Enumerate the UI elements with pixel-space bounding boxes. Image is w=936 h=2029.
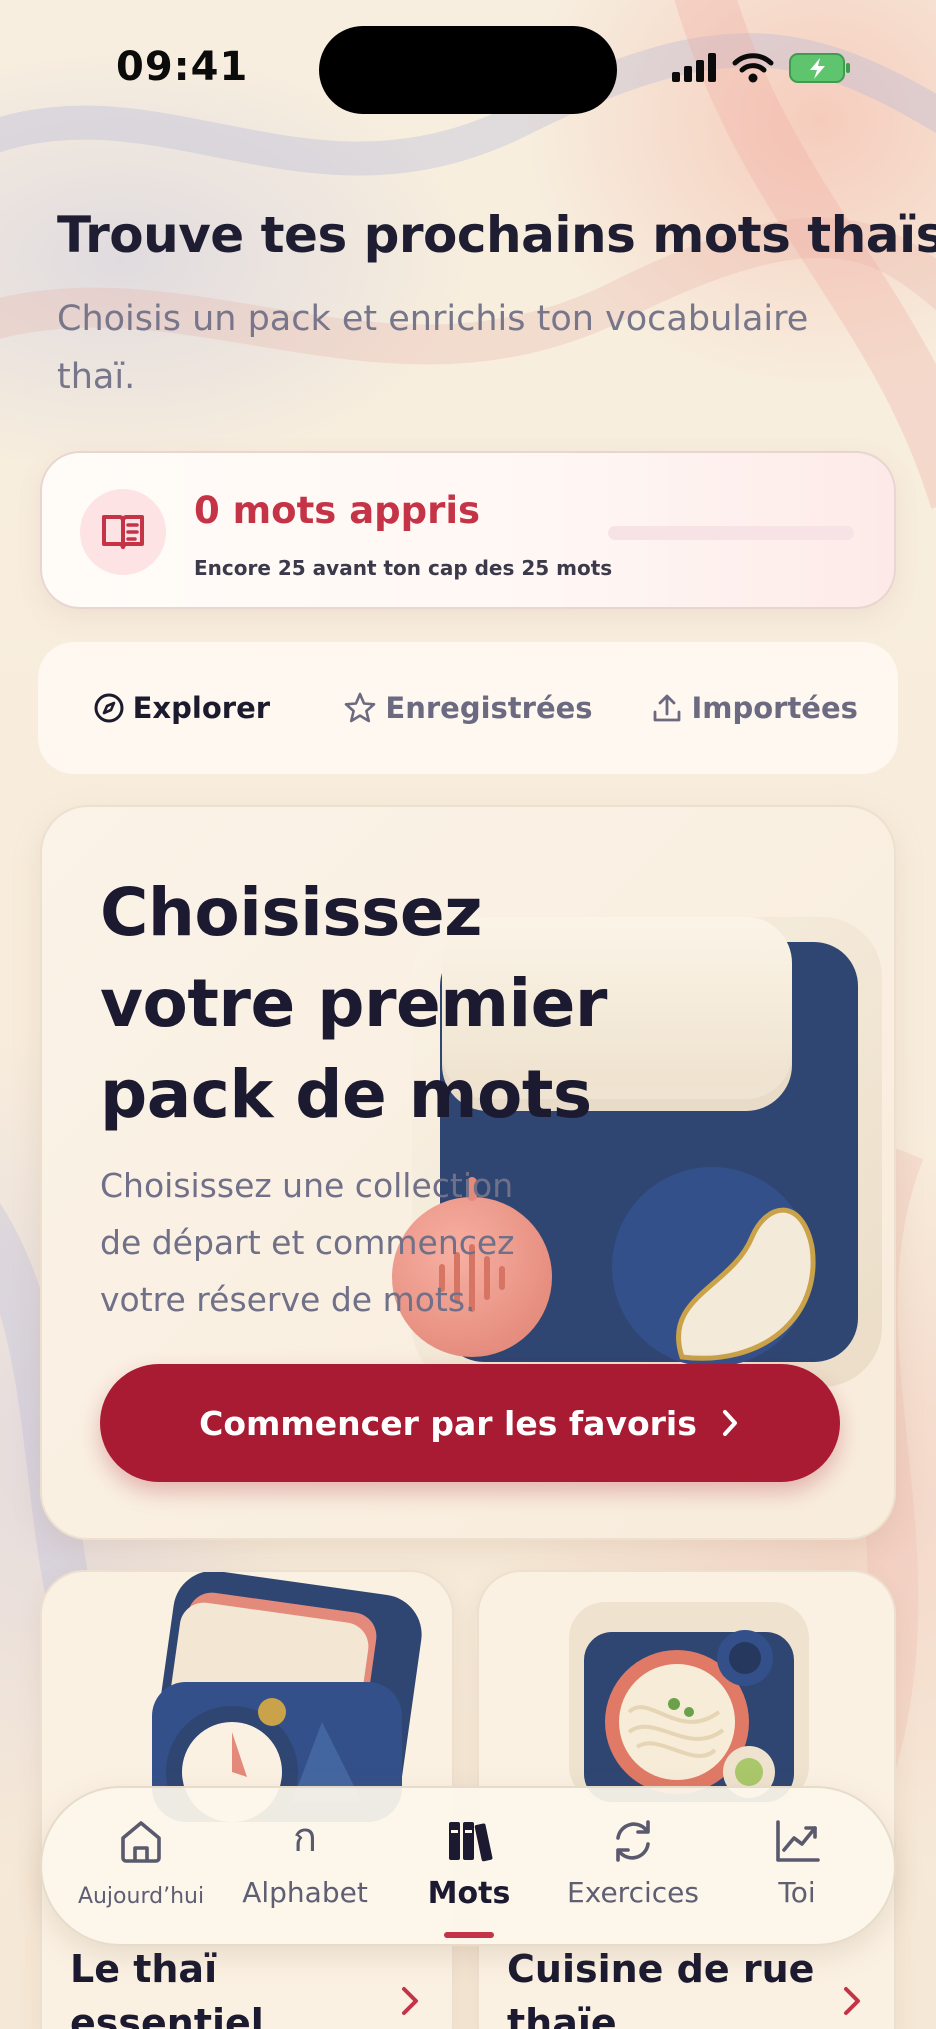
nav-label: Mots <box>427 1876 511 1911</box>
chart-icon <box>776 1820 820 1862</box>
page-title: Trouve tes prochains mots thaïs <box>57 206 936 264</box>
compass-icon <box>94 693 124 723</box>
tab-saved[interactable]: Enregistrées <box>325 691 612 725</box>
hero-card: Choisissez votre premier pack de mots Ch… <box>40 805 896 1540</box>
tab-explorer-label: Explorer <box>132 691 271 725</box>
hero-description: Choisissez une collection de départ et c… <box>100 1166 515 1319</box>
start-with-favorites-button[interactable]: Commencer par les favoris <box>100 1364 840 1482</box>
dynamic-island <box>319 26 617 114</box>
active-nav-indicator <box>444 1932 494 1938</box>
chevron-right-icon <box>844 1987 860 2015</box>
nav-item-today[interactable]: Aujourd’hui <box>56 1816 226 1909</box>
words-learned-count: 0 mots appris <box>194 489 481 532</box>
nav-item-exercises[interactable]: Exercices <box>548 1816 718 1909</box>
star-icon <box>345 692 376 723</box>
nav-label: Aujourd’hui <box>77 1884 205 1909</box>
bottom-nav: Aujourd’hui ก Alphabet Mots Exercices To… <box>40 1786 896 1946</box>
pack-tabs: Explorer Enregistrées Importées <box>38 642 898 774</box>
upload-icon <box>654 694 681 722</box>
nav-item-words[interactable]: Mots <box>384 1816 554 1911</box>
nav-label: Alphabet <box>242 1876 368 1909</box>
tab-imported[interactable]: Importées <box>611 691 898 725</box>
books-icon <box>449 1822 493 1862</box>
progress-card[interactable]: 0 mots appris Encore 25 avant ton cap de… <box>40 451 896 609</box>
pack-title: Le thaï essentiel <box>70 1947 264 2029</box>
tab-saved-label: Enregistrées <box>385 691 593 725</box>
tab-imported-label: Importées <box>691 691 858 725</box>
signal-icon <box>672 53 716 82</box>
nav-item-profile[interactable]: Toi <box>712 1816 882 1909</box>
progress-caption: Encore 25 avant ton cap des 25 mots <box>194 556 613 580</box>
status-time: 09:41 <box>116 44 249 90</box>
nav-label: Toi <box>778 1876 816 1909</box>
thai-letter-icon: ก <box>292 1815 318 1861</box>
pack-title: Cuisine de rue thaïe <box>507 1947 815 2029</box>
battery-charging-icon <box>789 53 850 83</box>
start-with-favorites-label: Commencer par les favoris <box>199 1403 697 1443</box>
progress-bar <box>608 526 854 540</box>
status-icons <box>670 48 852 88</box>
nav-item-alphabet[interactable]: ก Alphabet <box>220 1816 390 1909</box>
hero-title: Choisissez votre premier pack de mots <box>100 874 607 1133</box>
noodle-tray-illustration <box>569 1602 809 1802</box>
wifi-icon <box>732 53 774 83</box>
book-icon <box>102 515 144 549</box>
progress-icon-badge <box>80 489 166 575</box>
tab-explorer[interactable]: Explorer <box>38 691 325 725</box>
chevron-right-icon <box>722 1410 737 1436</box>
status-bar: 09:41 <box>0 0 936 130</box>
refresh-icon <box>616 1820 650 1862</box>
card-wallet-illustration <box>152 1572 422 1822</box>
chevron-right-icon <box>402 1987 418 2015</box>
page-subtitle: Choisis un pack et enrichis ton vocabula… <box>57 299 809 397</box>
nav-label: Exercices <box>567 1876 699 1909</box>
home-icon <box>121 1821 161 1863</box>
